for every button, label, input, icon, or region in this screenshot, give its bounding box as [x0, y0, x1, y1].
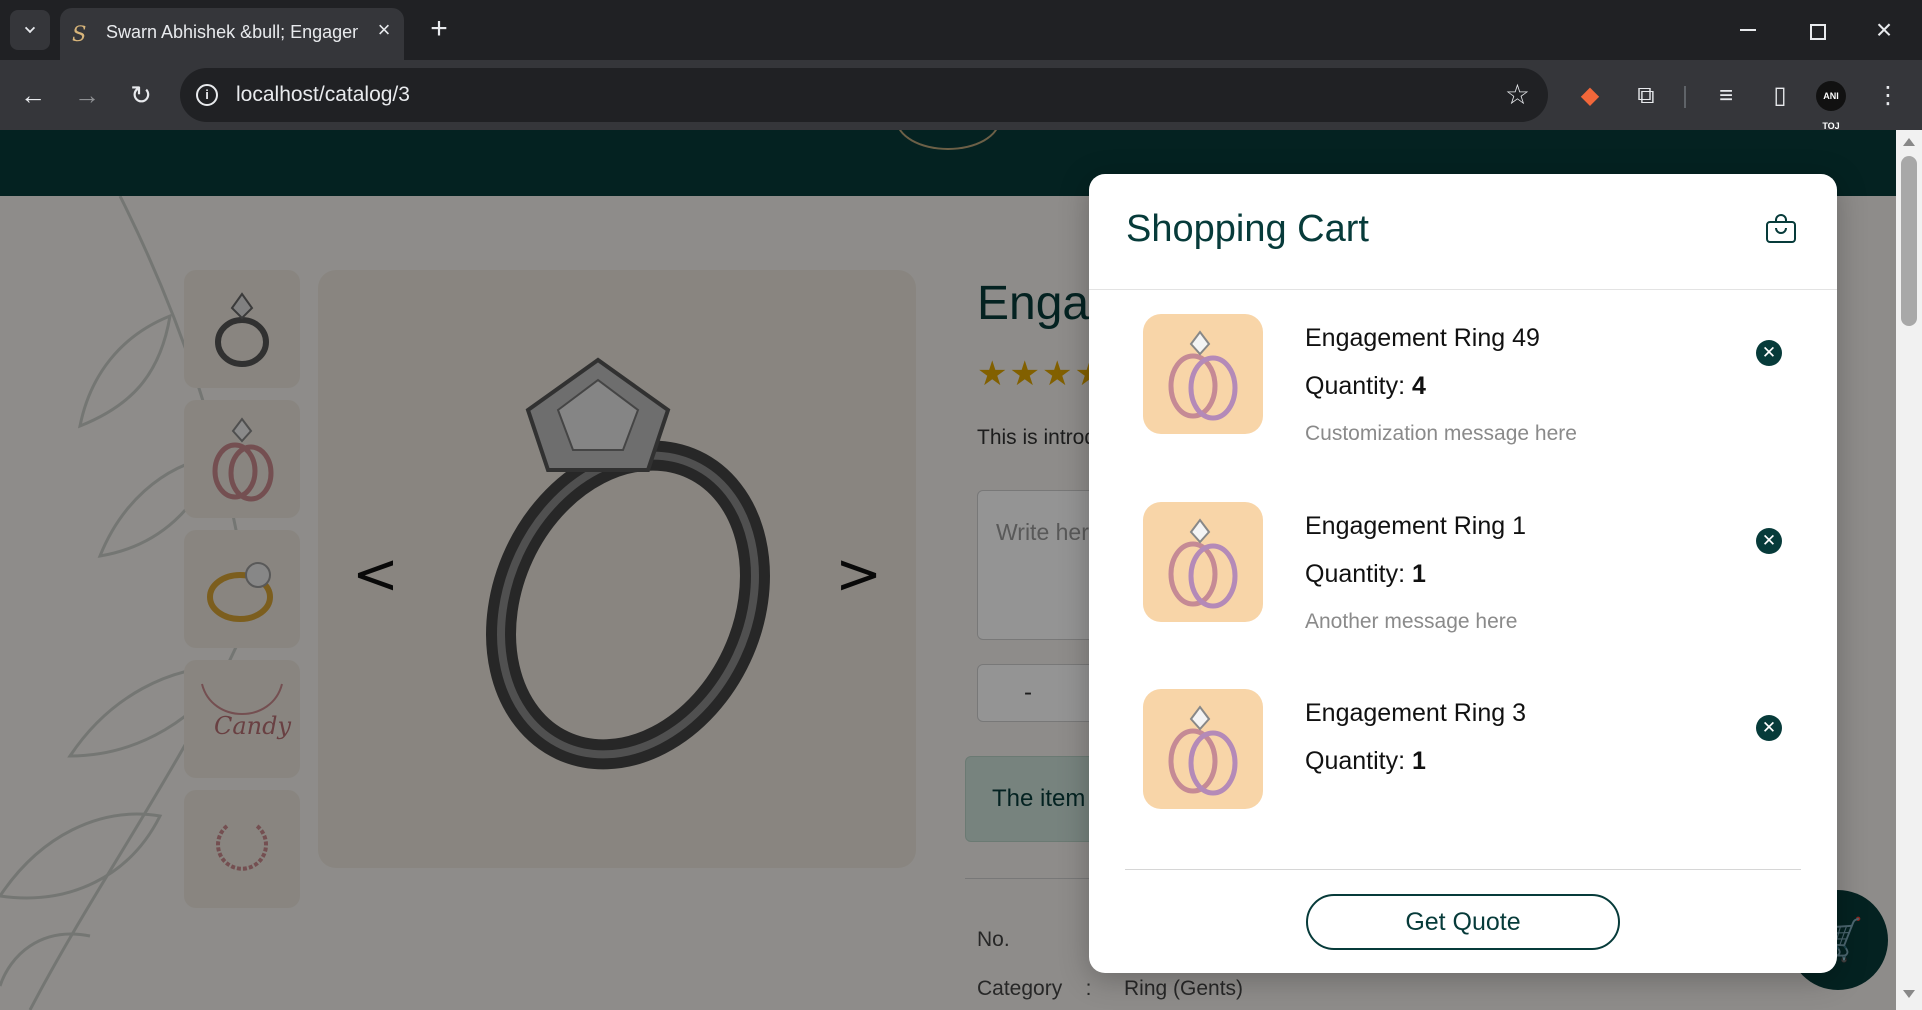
cart-item-name: Engagement Ring 1	[1305, 512, 1526, 540]
scroll-thumb[interactable]	[1901, 156, 1917, 326]
back-button[interactable]: ←	[14, 76, 52, 114]
quantity-label: Quantity:	[1305, 372, 1406, 400]
new-tab-button[interactable]: +	[424, 14, 454, 44]
shopping-cart-modal: Shopping Cart Engagement Ring 49 Quantit…	[1089, 174, 1837, 973]
quantity-value: 1	[1412, 747, 1426, 775]
toolbar-divider	[1684, 86, 1686, 108]
forward-button[interactable]: →	[68, 76, 106, 114]
tab-search-button[interactable]	[10, 10, 50, 50]
chevron-down-icon	[24, 22, 36, 34]
browser-tab[interactable]: S Swarn Abhishek &bull; Engagement Ring …	[60, 8, 404, 60]
brave-shield-icon[interactable]: ◆	[1572, 78, 1608, 114]
cart-item-image	[1143, 689, 1263, 809]
favicon-icon: S	[72, 22, 87, 46]
cart-item: Engagement Ring 49 Quantity: 4 Customiza…	[1089, 314, 1837, 464]
cart-item-message: Another message here	[1305, 610, 1518, 633]
url-text[interactable]: localhost/catalog/3	[236, 83, 410, 107]
reload-button[interactable]: ↻	[122, 76, 160, 114]
cart-item-name: Engagement Ring 3	[1305, 699, 1526, 727]
ring-icon	[1168, 705, 1238, 796]
cart-footer-divider	[1125, 869, 1801, 870]
tab-close-icon[interactable]: ×	[372, 18, 396, 42]
page-scrollbar[interactable]	[1896, 130, 1922, 1010]
quantity-label: Quantity:	[1305, 747, 1406, 775]
extensions-icon[interactable]: ⧉	[1628, 78, 1664, 114]
browser-toolbar: ← → ↻ i localhost/catalog/3 ☆ ◆ ⧉ ≡ ▯ AN…	[0, 60, 1922, 131]
cart-item-quantity: Quantity: 1	[1305, 560, 1426, 589]
shopping-bag-icon[interactable]	[1765, 214, 1797, 244]
cart-title: Shopping Cart	[1126, 208, 1369, 250]
bookmark-star-icon[interactable]: ☆	[1505, 78, 1530, 111]
get-quote-button[interactable]: Get Quote	[1306, 894, 1620, 950]
remove-item-icon[interactable]: ✕	[1756, 528, 1782, 554]
scroll-up-arrow[interactable]	[1903, 138, 1915, 146]
tab-title: Swarn Abhishek &bull; Engagement Ring	[106, 22, 358, 42]
cart-item: Engagement Ring 1 Quantity: 1 Another me…	[1089, 502, 1837, 652]
cart-item-quantity: Quantity: 4	[1305, 372, 1426, 401]
remove-item-icon[interactable]: ✕	[1756, 340, 1782, 366]
remove-item-icon[interactable]: ✕	[1756, 715, 1782, 741]
quantity-value: 1	[1412, 560, 1426, 588]
profile-avatar[interactable]: ANI TOJ	[1816, 81, 1846, 131]
cart-item-quantity: Quantity: 1	[1305, 747, 1426, 776]
address-bar[interactable]: i localhost/catalog/3 ☆	[180, 68, 1548, 122]
minimize-button[interactable]	[1730, 12, 1766, 48]
cart-item-name: Engagement Ring 49	[1305, 324, 1540, 352]
close-window-button[interactable]: ×	[1866, 12, 1902, 48]
cart-header: Shopping Cart	[1089, 174, 1837, 290]
site-info-icon[interactable]: i	[196, 84, 218, 106]
scroll-down-arrow[interactable]	[1903, 990, 1915, 998]
quantity-label: Quantity:	[1305, 560, 1406, 588]
ring-icon	[1168, 330, 1238, 421]
cart-item-image	[1143, 502, 1263, 622]
cart-item-image	[1143, 314, 1263, 434]
media-controls-icon[interactable]: ≡	[1708, 78, 1744, 114]
cart-item: Engagement Ring 3 Quantity: 1 ✕	[1089, 689, 1837, 839]
restore-button[interactable]	[1798, 12, 1834, 48]
browser-tab-bar: S Swarn Abhishek &bull; Engagement Ring …	[0, 0, 1922, 60]
quantity-value: 4	[1412, 372, 1426, 400]
cart-item-message: Customization message here	[1305, 422, 1577, 445]
side-panel-icon[interactable]: ▯	[1762, 78, 1798, 114]
browser-menu-icon[interactable]: ⋮	[1870, 78, 1906, 114]
ring-icon	[1168, 518, 1238, 609]
